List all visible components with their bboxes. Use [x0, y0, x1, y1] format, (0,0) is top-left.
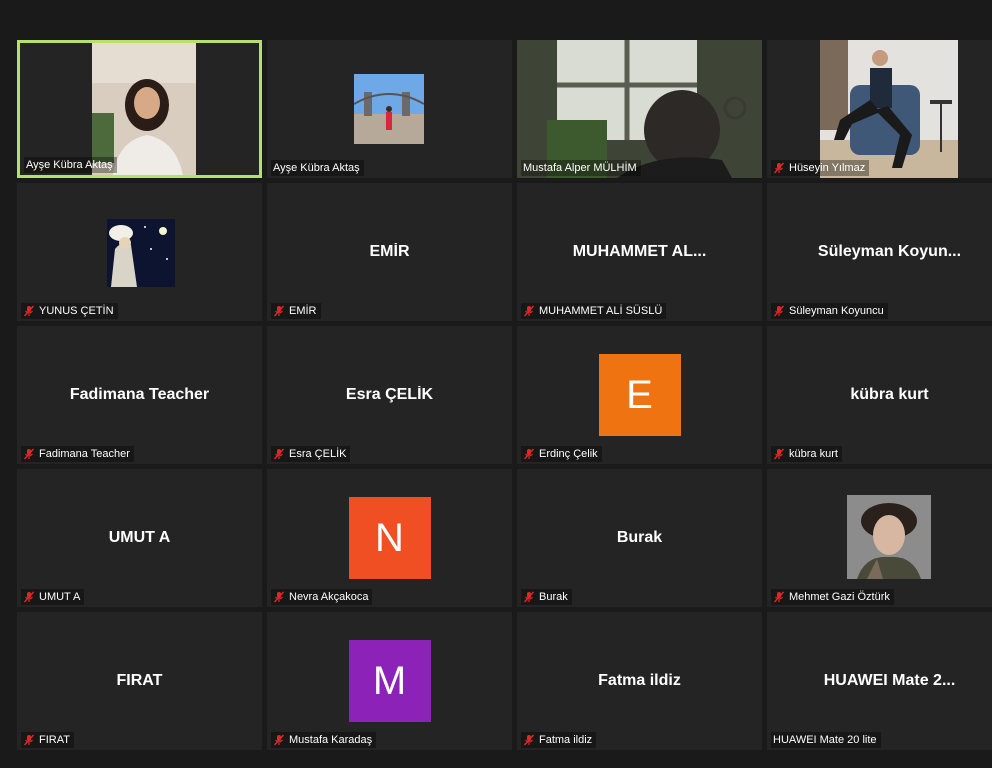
participant-name: MUHAMMET ALİ SÜSLÜ [539, 305, 663, 317]
participant-display-name: Esra ÇELİK [345, 386, 434, 403]
participant-name-label: EMİR [271, 303, 321, 319]
participant-display-name: kübra kurt [850, 386, 929, 403]
participant-video [517, 40, 762, 178]
participant-name-label: Burak [521, 589, 572, 605]
muted-mic-icon [773, 305, 785, 317]
participant-tile[interactable]: Ayşe Kübra Aktaş [267, 40, 512, 178]
avatar: M [348, 640, 431, 722]
participant-name: Esra ÇELİK [289, 448, 347, 460]
participant-tile[interactable]: EMİR EMİR [267, 183, 512, 321]
participant-name-label: UMUT A [21, 589, 85, 605]
participant-name-label: Süleyman Koyuncu [771, 303, 888, 319]
participant-tile[interactable]: MUHAMMET AL... MUHAMMET ALİ SÜSLÜ [517, 183, 762, 321]
muted-mic-icon [523, 448, 535, 460]
muted-mic-icon [23, 305, 35, 317]
participant-video [820, 40, 958, 178]
participant-tile[interactable]: FIRAT FIRAT [17, 612, 262, 750]
participant-name: Erdinç Çelik [539, 448, 598, 460]
participant-name-label: Nevra Akçakoca [271, 589, 373, 605]
muted-mic-icon [273, 591, 285, 603]
participant-grid: Ayşe Kübra Aktaş Ayşe Kübra Aktaş Mustafa … [0, 0, 992, 768]
participant-name-label: Mehmet Gazi Öztürk [771, 589, 894, 605]
profile-picture [107, 219, 175, 287]
participant-tile[interactable]: Hüseyin Yılmaz [767, 40, 992, 178]
participant-name: kübra kurt [789, 448, 838, 460]
participant-tile[interactable]: YUNUS ÇETİN [17, 183, 262, 321]
participant-tile[interactable]: N Nevra Akçakoca [267, 469, 512, 607]
participant-name: HUAWEI Mate 20 lite [773, 734, 877, 746]
participant-name-label: Fatma ildiz [521, 732, 597, 748]
participant-name-label: HUAWEI Mate 20 lite [771, 732, 881, 748]
profile-picture [354, 74, 424, 144]
participant-tile[interactable]: Esra ÇELİK Esra ÇELİK [267, 326, 512, 464]
participant-name: EMİR [289, 305, 317, 317]
muted-mic-icon [523, 305, 535, 317]
muted-mic-icon [273, 305, 285, 317]
participant-tile[interactable]: Süleyman Koyun... Süleyman Koyuncu [767, 183, 992, 321]
participant-name: Ayşe Kübra Aktaş [273, 162, 360, 174]
participant-name-label: YUNUS ÇETİN [21, 303, 118, 319]
participant-name: Fadimana Teacher [39, 448, 130, 460]
muted-mic-icon [273, 734, 285, 746]
participant-display-name: EMİR [369, 243, 410, 260]
participant-tile[interactable]: E Erdinç Çelik [517, 326, 762, 464]
participant-name-label: Esra ÇELİK [271, 446, 351, 462]
participant-tile[interactable]: Burak Burak [517, 469, 762, 607]
participant-name: Hüseyin Yılmaz [789, 162, 866, 174]
participant-name-label: Erdinç Çelik [521, 446, 602, 462]
participant-tile[interactable]: UMUT A UMUT A [17, 469, 262, 607]
participant-display-name: FIRAT [116, 672, 163, 689]
participant-name-label: MUHAMMET ALİ SÜSLÜ [521, 303, 667, 319]
participant-tile[interactable]: kübra kurt kübra kurt [767, 326, 992, 464]
muted-mic-icon [23, 448, 35, 460]
participant-name-label: Mustafa Karadaş [271, 732, 377, 748]
participant-name: Ayşe Kübra Aktaş [26, 159, 113, 171]
participant-display-name: MUHAMMET AL... [572, 243, 707, 260]
participant-tile[interactable]: Mustafa Alper MÜLHİM [517, 40, 762, 178]
participant-tile[interactable]: Fatma ildiz Fatma ildiz [517, 612, 762, 750]
participant-display-name: HUAWEI Mate 2... [823, 672, 956, 689]
participant-name: UMUT A [39, 591, 81, 603]
muted-mic-icon [773, 448, 785, 460]
participant-name-label: Mustafa Alper MÜLHİM [521, 160, 641, 176]
participant-name: Mehmet Gazi Öztürk [789, 591, 890, 603]
muted-mic-icon [273, 448, 285, 460]
participant-name-label: Fadimana Teacher [21, 446, 134, 462]
participant-name-label: Hüseyin Yılmaz [771, 160, 870, 176]
participant-name: Mustafa Karadaş [289, 734, 373, 746]
participant-display-name: Fatma ildiz [598, 672, 681, 689]
participant-name-label: Ayşe Kübra Aktaş [271, 160, 364, 176]
participant-name: Mustafa Alper MÜLHİM [523, 162, 637, 174]
profile-picture [847, 495, 931, 579]
participant-display-name: Burak [616, 529, 663, 546]
participant-tile[interactable]: Fadimana Teacher Fadimana Teacher [17, 326, 262, 464]
participant-name: Burak [539, 591, 568, 603]
participant-name: Fatma ildiz [539, 734, 593, 746]
muted-mic-icon [523, 734, 535, 746]
avatar: E [598, 354, 681, 436]
participant-name: FIRAT [39, 734, 70, 746]
muted-mic-icon [773, 591, 785, 603]
muted-mic-icon [773, 162, 785, 174]
avatar: N [348, 497, 431, 579]
participant-tile[interactable]: Mehmet Gazi Öztürk [767, 469, 992, 607]
participant-display-name: Fadimana Teacher [69, 386, 210, 403]
participant-name: Süleyman Koyuncu [789, 305, 884, 317]
participant-display-name: UMUT A [108, 529, 171, 546]
participant-name: YUNUS ÇETİN [39, 305, 114, 317]
participant-tile[interactable]: HUAWEI Mate 2... HUAWEI Mate 20 lite [767, 612, 992, 750]
participant-name-label: FIRAT [21, 732, 74, 748]
muted-mic-icon [523, 591, 535, 603]
participant-name-label: Ayşe Kübra Aktaş [24, 157, 117, 173]
participant-name-label: kübra kurt [771, 446, 842, 462]
participant-display-name: Süleyman Koyun... [817, 243, 962, 260]
muted-mic-icon [23, 734, 35, 746]
participant-tile[interactable]: Ayşe Kübra Aktaş [17, 40, 262, 178]
participant-tile[interactable]: M Mustafa Karadaş [267, 612, 512, 750]
muted-mic-icon [23, 591, 35, 603]
participant-name: Nevra Akçakoca [289, 591, 369, 603]
